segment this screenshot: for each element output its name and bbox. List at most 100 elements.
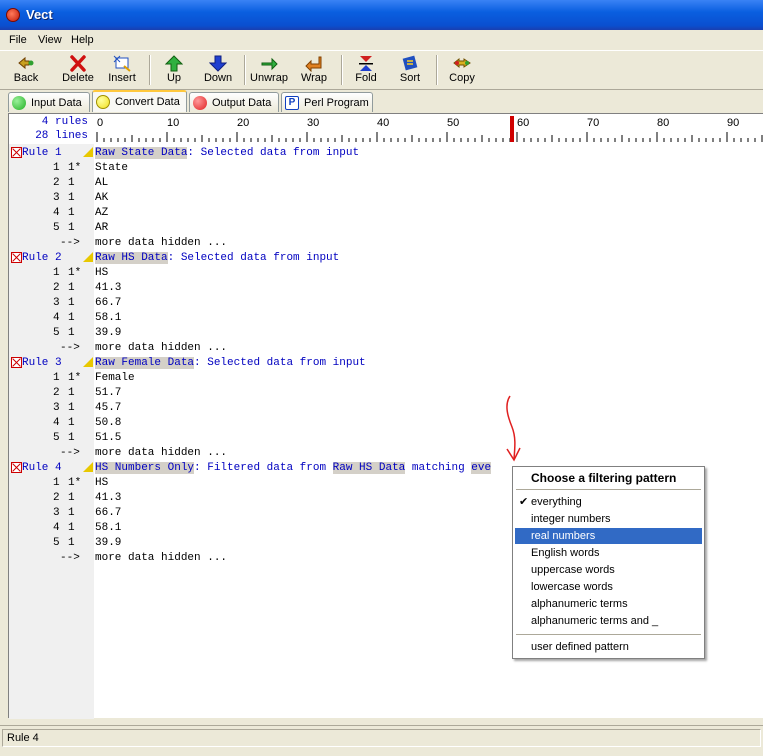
data-cell[interactable]: 66.7 — [95, 506, 121, 521]
ruler-tick-label: 30 — [307, 117, 319, 129]
tab-convert-data[interactable]: Convert Data — [92, 90, 187, 112]
fold-button[interactable]: Fold — [344, 54, 388, 88]
more-data-hidden[interactable]: more data hidden ... — [95, 551, 227, 566]
annotation-arrow — [506, 395, 521, 462]
menu-item-user-defined-pattern[interactable]: user defined pattern — [515, 639, 702, 655]
title-bar[interactable]: Vect — [0, 0, 763, 30]
insert-icon — [113, 55, 131, 72]
row-number: 5 — [53, 432, 60, 444]
tab-perl-program[interactable]: P Perl Program — [281, 92, 373, 112]
rule-label[interactable]: Rule 4 — [22, 461, 62, 476]
data-cell[interactable]: Female — [95, 371, 135, 386]
data-cell[interactable]: 50.8 — [95, 416, 121, 431]
menu-item-lowercase-words[interactable]: lowercase words — [515, 579, 702, 595]
more-data-hidden[interactable]: more data hidden ... — [95, 341, 227, 356]
insert-button[interactable]: Insert — [100, 54, 144, 88]
rule-name[interactable]: Raw State Data — [95, 147, 188, 159]
row-number: 3 — [53, 507, 60, 519]
rule-name[interactable]: Raw HS Data — [95, 252, 168, 264]
more-data-hidden[interactable]: more data hidden ... — [95, 446, 227, 461]
row-source: 1* — [68, 162, 82, 174]
rule-description[interactable]: HS Numbers Only: Filtered data from Raw … — [95, 461, 492, 476]
data-cell[interactable]: State — [95, 161, 128, 176]
menu-item-label: integer numbers — [531, 513, 611, 525]
more-arrow: --> — [60, 447, 80, 459]
data-cell[interactable]: 58.1 — [95, 311, 121, 326]
data-cell[interactable]: HS — [95, 266, 108, 281]
tab-bar: Input Data Convert Data Output Data P Pe… — [0, 90, 763, 112]
menu-item-everything[interactable]: ✔ everything — [515, 494, 702, 510]
more-arrow: --> — [60, 237, 80, 249]
rule-description[interactable]: Raw State Data: Selected data from input — [95, 146, 359, 161]
data-cell[interactable]: HS — [95, 476, 108, 491]
data-cell[interactable]: AR — [95, 221, 108, 236]
ruler-graphic: 0 10 20 30 40 50 60 70 80 90 — [96, 116, 763, 142]
data-cell[interactable]: AL — [95, 176, 108, 191]
row-number: 2 — [53, 387, 60, 399]
back-button[interactable]: Back — [4, 54, 48, 88]
data-cell[interactable]: 39.9 — [95, 326, 121, 341]
rule-description[interactable]: Raw HS Data: Selected data from input — [95, 251, 339, 266]
menu-item-english-words[interactable]: English words — [515, 545, 702, 561]
red-circle-icon — [193, 96, 207, 110]
up-arrow-icon — [165, 55, 183, 72]
rule-name[interactable]: Raw Female Data — [95, 357, 195, 369]
delete-icon — [70, 55, 86, 72]
data-cell[interactable]: 41.3 — [95, 281, 121, 296]
unwrap-button[interactable]: Unwrap — [247, 54, 291, 88]
data-cell[interactable]: 51.5 — [95, 431, 121, 446]
rule-edit-icon[interactable] — [83, 252, 93, 262]
data-cell[interactable]: 66.7 — [95, 296, 121, 311]
column-ruler[interactable]: 0 10 20 30 40 50 60 70 80 90 — [95, 114, 763, 144]
row-number: 5 — [53, 222, 60, 234]
delete-rule-icon[interactable] — [11, 462, 22, 473]
data-cell[interactable]: 39.9 — [95, 536, 121, 551]
menu-item-label: lowercase words — [531, 581, 613, 593]
more-data-hidden[interactable]: more data hidden ... — [95, 236, 227, 251]
delete-rule-icon[interactable] — [11, 357, 22, 368]
toolbar-separator — [244, 55, 246, 85]
menu-file[interactable]: File — [9, 34, 27, 46]
filter-pattern-link[interactable]: eve — [471, 462, 492, 474]
rule-label[interactable]: Rule 3 — [22, 356, 62, 371]
data-cell[interactable]: AK — [95, 191, 108, 206]
rule-edit-icon[interactable] — [83, 357, 93, 367]
data-cell[interactable]: 58.1 — [95, 521, 121, 536]
rule-description[interactable]: Raw Female Data: Selected data from inpu… — [95, 356, 366, 371]
delete-rule-icon[interactable] — [11, 252, 22, 263]
tab-output-data[interactable]: Output Data — [189, 92, 279, 112]
rule-edit-icon[interactable] — [83, 147, 93, 157]
delete-rule-icon[interactable] — [11, 147, 22, 158]
row-number: 3 — [53, 297, 60, 309]
down-button[interactable]: Down — [196, 54, 240, 88]
copy-button[interactable]: Copy — [440, 54, 484, 88]
menu-item-real-numbers[interactable]: real numbers — [515, 528, 702, 544]
ruler-tick-label: 70 — [587, 117, 599, 129]
data-cell[interactable]: AZ — [95, 206, 108, 221]
delete-button[interactable]: Delete — [56, 54, 100, 88]
filter-pattern-menu: Choose a filtering pattern ✔ everything in… — [512, 466, 705, 659]
column-marker[interactable] — [510, 116, 514, 142]
data-cell[interactable]: 51.7 — [95, 386, 121, 401]
row-source: 1 — [68, 177, 75, 189]
up-button[interactable]: Up — [152, 54, 196, 88]
toolbar: Back Delete Insert Up Down Unwrap Wrap F… — [0, 50, 763, 90]
rule-source-link[interactable]: Raw HS Data — [332, 462, 406, 474]
menu-view[interactable]: View — [38, 34, 62, 46]
rule-name[interactable]: HS Numbers Only — [95, 462, 195, 474]
data-cell[interactable]: 41.3 — [95, 491, 121, 506]
rule-label[interactable]: Rule 2 — [22, 251, 62, 266]
rule-label[interactable]: Rule 1 — [22, 146, 62, 161]
menu-item-alphanumeric-terms-and[interactable]: alphanumeric terms and _ — [515, 613, 702, 629]
menu-item-integer-numbers[interactable]: integer numbers — [515, 511, 702, 527]
tab-input-data[interactable]: Input Data — [8, 92, 90, 112]
sort-button[interactable]: Sort — [388, 54, 432, 88]
menu-item-alphanumeric-terms[interactable]: alphanumeric terms — [515, 596, 702, 612]
menu-help[interactable]: Help — [71, 34, 94, 46]
rule-edit-icon[interactable] — [83, 462, 93, 472]
ruler-tick-label: 20 — [237, 117, 249, 129]
rule-desc-text: : Filtered data from — [194, 462, 333, 474]
wrap-button[interactable]: Wrap — [292, 54, 336, 88]
menu-item-uppercase-words[interactable]: uppercase words — [515, 562, 702, 578]
data-cell[interactable]: 45.7 — [95, 401, 121, 416]
